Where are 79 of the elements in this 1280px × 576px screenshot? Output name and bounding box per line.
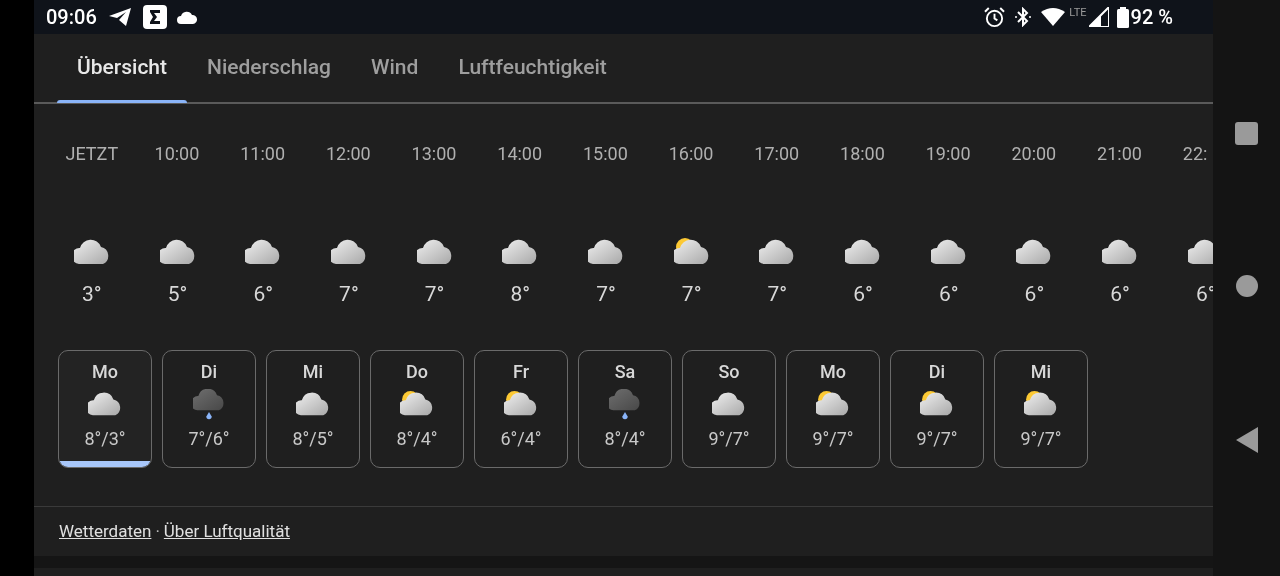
wifi-icon: [1041, 8, 1066, 26]
day-card[interactable]: Do 8°/4°: [370, 350, 464, 468]
hour-label: 21:00: [1097, 142, 1143, 166]
day-card[interactable]: Mo 8°/3°: [58, 350, 152, 468]
day-label: Sa: [614, 361, 636, 383]
temperature: 6°: [1024, 282, 1045, 306]
hour-label: 11:00: [240, 142, 287, 166]
temperature: 3°: [82, 282, 102, 306]
bluetooth-icon: [1015, 7, 1032, 27]
day-card[interactable]: Di 7°/6°: [162, 350, 256, 468]
battery-icon: [1116, 6, 1129, 28]
hour-label: 17:00: [754, 142, 801, 166]
temperature-range: 8°/4°: [604, 428, 646, 450]
sigma-icon: [142, 5, 167, 29]
footer-link[interactable]: Wetterdaten: [59, 518, 152, 545]
temperature: 7°: [424, 282, 445, 306]
temperature: 5°: [167, 282, 188, 306]
hour-label: 15:00: [582, 142, 629, 166]
temperature: 6°: [853, 282, 873, 306]
day-label: Di: [928, 361, 946, 383]
hour-label: 13:00: [411, 142, 458, 166]
footer-link[interactable]: Über Luftqualität: [163, 518, 290, 545]
cloud-icon: [176, 10, 197, 24]
temperature-range: 8°/3°: [84, 428, 126, 450]
day-card[interactable]: Mi 9°/7°: [994, 350, 1088, 468]
temperature: 6°: [938, 282, 959, 306]
hour-label: 12:00: [325, 142, 372, 166]
day-card[interactable]: Fr 6°/4°: [474, 350, 568, 468]
day-label: Mi: [302, 361, 324, 383]
clock-time: 09:06: [46, 4, 97, 31]
day-label: Di: [200, 361, 218, 383]
back-button[interactable]: [1235, 427, 1258, 453]
temperature-range: 9°/7°: [916, 428, 958, 450]
hour-label: 14:00: [497, 142, 544, 166]
temperature-range: 8°/5°: [292, 428, 334, 450]
day-card[interactable]: Sa 8°/4°: [578, 350, 672, 468]
hour-label: 20:00: [1011, 142, 1058, 166]
temperature-range: 8°/4°: [396, 428, 438, 450]
temperature: 7°: [767, 282, 788, 306]
hour-label: JETZT: [65, 142, 119, 166]
temperature-range: 7°/6°: [188, 428, 230, 450]
hour-label: 18:00: [840, 142, 886, 166]
tab[interactable]: Niederschlag: [187, 34, 352, 102]
hour-label: 10:00: [154, 142, 201, 166]
temperature-range: 9°/7°: [708, 428, 750, 450]
day-label: Fr: [512, 361, 530, 383]
hour-label: 22:: [1182, 142, 1209, 166]
day-label: Mo: [92, 361, 118, 383]
hour-label: 16:00: [668, 142, 715, 166]
rain-cloud-icon: [609, 389, 641, 421]
temperature-range: 9°/7°: [812, 428, 854, 450]
temperature: 6°: [253, 282, 274, 306]
temperature: 8°: [510, 282, 531, 306]
tab[interactable]: Übersicht: [57, 34, 187, 102]
temperature: 7°: [681, 282, 702, 306]
temperature: 7°: [596, 282, 616, 306]
day-card[interactable]: So 9°/7°: [682, 350, 776, 468]
day-label: So: [718, 361, 740, 383]
day-card[interactable]: Mi 8°/5°: [266, 350, 360, 468]
network-type: LTE: [1069, 5, 1087, 21]
day-card[interactable]: Di 9°/7°: [890, 350, 984, 468]
day-label: Do: [406, 361, 428, 383]
day-card[interactable]: Mo 9°/7°: [786, 350, 880, 468]
temperature: 6°: [1110, 282, 1130, 306]
alarm-icon: [984, 6, 1006, 28]
day-label: Mo: [820, 361, 846, 383]
rain-cloud-icon: [193, 389, 225, 421]
tab[interactable]: Wind: [351, 34, 439, 102]
temperature-range: 9°/7°: [1020, 428, 1062, 450]
temperature-range: 6°/4°: [500, 428, 542, 450]
day-label: Mi: [1030, 361, 1052, 383]
battery-percentage: 92 %: [1130, 4, 1173, 31]
temperature: 7°: [339, 282, 359, 306]
separator-dot: ·: [155, 519, 160, 543]
signal-icon: [1088, 7, 1109, 27]
hour-label: 19:00: [925, 142, 972, 166]
home-button[interactable]: [1235, 275, 1258, 297]
paper-plane-icon: [108, 8, 131, 26]
tab[interactable]: Luftfeuchtigkeit: [438, 34, 627, 102]
